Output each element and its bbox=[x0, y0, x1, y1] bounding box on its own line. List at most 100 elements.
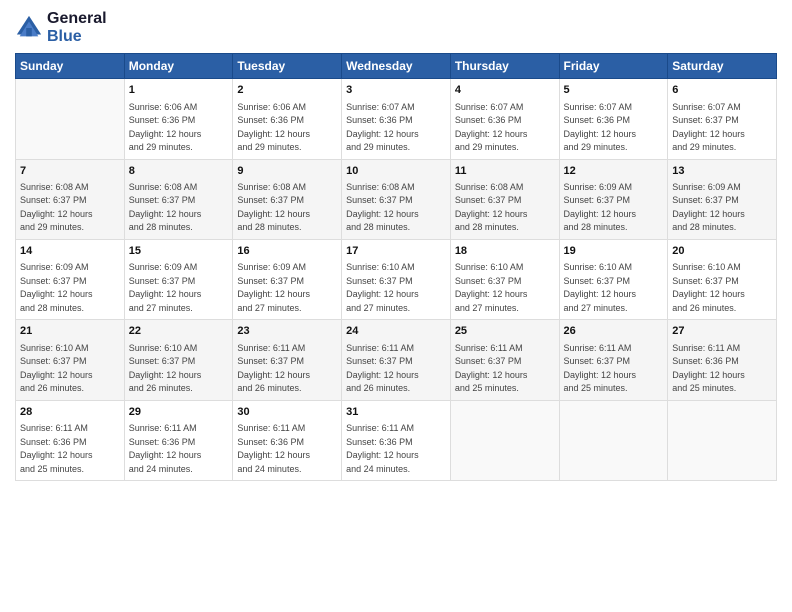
calendar-week-row: 28 Sunrise: 6:11 AM Sunset: 6:36 PM Dayli… bbox=[16, 400, 777, 480]
day-number: 12 bbox=[564, 164, 664, 179]
calendar-day-3: 3 Sunrise: 6:07 AM Sunset: 6:36 PM Daylig… bbox=[342, 79, 451, 159]
calendar-week-row: 7 Sunrise: 6:08 AM Sunset: 6:37 PM Daylig… bbox=[16, 159, 777, 239]
day-number: 18 bbox=[455, 244, 555, 259]
calendar-day-11: 11 Sunrise: 6:08 AM Sunset: 6:37 PM Dayli… bbox=[450, 159, 559, 239]
day-number: 23 bbox=[237, 324, 337, 339]
day-number: 14 bbox=[20, 244, 120, 259]
calendar-day-21: 21Sunrise: 6:10 AM Sunset: 6:37 PM Dayli… bbox=[16, 320, 125, 400]
day-number: 11 bbox=[455, 164, 555, 179]
day-info: Sunrise: 6:09 AM Sunset: 6:37 PM Dayligh… bbox=[564, 181, 664, 235]
weekday-header-row: SundayMondayTuesdayWednesdayThursdayFrid… bbox=[16, 54, 777, 79]
day-info: Sunrise: 6:11 AM Sunset: 6:37 PM Dayligh… bbox=[346, 342, 446, 396]
day-info: Sunrise: 6:08 AM Sunset: 6:37 PM Dayligh… bbox=[455, 181, 555, 235]
day-info: Sunrise: 6:11 AM Sunset: 6:36 PM Dayligh… bbox=[129, 422, 229, 476]
day-number: 22 bbox=[129, 324, 229, 339]
day-number: 3 bbox=[346, 83, 446, 98]
day-number: 1 bbox=[129, 83, 229, 98]
day-info: Sunrise: 6:10 AM Sunset: 6:37 PM Dayligh… bbox=[455, 261, 555, 315]
calendar-day-13: 13 Sunrise: 6:09 AM Sunset: 6:37 PM Dayli… bbox=[668, 159, 777, 239]
day-info: Sunrise: 6:06 AM Sunset: 6:36 PM Dayligh… bbox=[129, 101, 229, 155]
day-info: Sunrise: 6:08 AM Sunset: 6:37 PM Dayligh… bbox=[237, 181, 337, 235]
logo-text: General Blue bbox=[47, 10, 107, 45]
calendar-day-28: 28 Sunrise: 6:11 AM Sunset: 6:36 PM Dayli… bbox=[16, 400, 125, 480]
logo: General Blue bbox=[15, 10, 107, 45]
day-info: Sunrise: 6:11 AM Sunset: 6:36 PM Dayligh… bbox=[672, 342, 772, 396]
day-info: Sunrise: 6:09 AM Sunset: 6:37 PM Dayligh… bbox=[20, 261, 120, 315]
calendar-day-4: 4 Sunrise: 6:07 AM Sunset: 6:36 PM Daylig… bbox=[450, 79, 559, 159]
calendar-week-row: 14 Sunrise: 6:09 AM Sunset: 6:37 PM Dayli… bbox=[16, 239, 777, 319]
day-number: 19 bbox=[564, 244, 664, 259]
day-info: Sunrise: 6:07 AM Sunset: 6:36 PM Dayligh… bbox=[346, 101, 446, 155]
day-number: 7 bbox=[20, 164, 120, 179]
weekday-header-sunday: Sunday bbox=[16, 54, 125, 79]
day-info: Sunrise: 6:07 AM Sunset: 6:37 PM Dayligh… bbox=[672, 101, 772, 155]
day-number: 26 bbox=[564, 324, 664, 339]
calendar-day-2: 2Sunrise: 6:06 AM Sunset: 6:36 PM Daylig… bbox=[233, 79, 342, 159]
calendar-empty-cell bbox=[668, 400, 777, 480]
day-info: Sunrise: 6:09 AM Sunset: 6:37 PM Dayligh… bbox=[672, 181, 772, 235]
header: General Blue bbox=[15, 10, 777, 45]
calendar-week-row: 21Sunrise: 6:10 AM Sunset: 6:37 PM Dayli… bbox=[16, 320, 777, 400]
day-number: 13 bbox=[672, 164, 772, 179]
day-number: 16 bbox=[237, 244, 337, 259]
calendar-day-24: 24 Sunrise: 6:11 AM Sunset: 6:37 PM Dayli… bbox=[342, 320, 451, 400]
calendar-day-10: 10Sunrise: 6:08 AM Sunset: 6:37 PM Dayli… bbox=[342, 159, 451, 239]
day-number: 17 bbox=[346, 244, 446, 259]
calendar-day-20: 20 Sunrise: 6:10 AM Sunset: 6:37 PM Dayli… bbox=[668, 239, 777, 319]
day-number: 20 bbox=[672, 244, 772, 259]
calendar-day-22: 22 Sunrise: 6:10 AM Sunset: 6:37 PM Dayli… bbox=[124, 320, 233, 400]
day-number: 25 bbox=[455, 324, 555, 339]
day-info: Sunrise: 6:07 AM Sunset: 6:36 PM Dayligh… bbox=[455, 101, 555, 155]
day-number: 2 bbox=[237, 83, 337, 98]
weekday-header-saturday: Saturday bbox=[668, 54, 777, 79]
day-number: 4 bbox=[455, 83, 555, 98]
calendar-day-15: 15Sunrise: 6:09 AM Sunset: 6:37 PM Dayli… bbox=[124, 239, 233, 319]
calendar-day-12: 12 Sunrise: 6:09 AM Sunset: 6:37 PM Dayli… bbox=[559, 159, 668, 239]
calendar-day-5: 5Sunrise: 6:07 AM Sunset: 6:36 PM Daylig… bbox=[559, 79, 668, 159]
day-info: Sunrise: 6:11 AM Sunset: 6:36 PM Dayligh… bbox=[237, 422, 337, 476]
calendar-day-27: 27 Sunrise: 6:11 AM Sunset: 6:36 PM Dayli… bbox=[668, 320, 777, 400]
weekday-header-thursday: Thursday bbox=[450, 54, 559, 79]
calendar-day-16: 16Sunrise: 6:09 AM Sunset: 6:37 PM Dayli… bbox=[233, 239, 342, 319]
logo-icon bbox=[15, 14, 43, 42]
day-info: Sunrise: 6:10 AM Sunset: 6:37 PM Dayligh… bbox=[20, 342, 120, 396]
calendar-day-31: 31Sunrise: 6:11 AM Sunset: 6:36 PM Dayli… bbox=[342, 400, 451, 480]
calendar-day-29: 29 Sunrise: 6:11 AM Sunset: 6:36 PM Dayli… bbox=[124, 400, 233, 480]
weekday-header-friday: Friday bbox=[559, 54, 668, 79]
weekday-header-wednesday: Wednesday bbox=[342, 54, 451, 79]
calendar-day-19: 19 Sunrise: 6:10 AM Sunset: 6:37 PM Dayli… bbox=[559, 239, 668, 319]
calendar-day-7: 7 Sunrise: 6:08 AM Sunset: 6:37 PM Daylig… bbox=[16, 159, 125, 239]
day-info: Sunrise: 6:08 AM Sunset: 6:37 PM Dayligh… bbox=[346, 181, 446, 235]
day-number: 27 bbox=[672, 324, 772, 339]
day-number: 8 bbox=[129, 164, 229, 179]
day-info: Sunrise: 6:10 AM Sunset: 6:37 PM Dayligh… bbox=[129, 342, 229, 396]
calendar-day-8: 8 Sunrise: 6:08 AM Sunset: 6:37 PM Daylig… bbox=[124, 159, 233, 239]
day-info: Sunrise: 6:11 AM Sunset: 6:37 PM Dayligh… bbox=[237, 342, 337, 396]
day-number: 15 bbox=[129, 244, 229, 259]
calendar-day-1: 1 Sunrise: 6:06 AM Sunset: 6:36 PM Daylig… bbox=[124, 79, 233, 159]
day-number: 24 bbox=[346, 324, 446, 339]
day-info: Sunrise: 6:11 AM Sunset: 6:37 PM Dayligh… bbox=[564, 342, 664, 396]
calendar-day-26: 26 Sunrise: 6:11 AM Sunset: 6:37 PM Dayli… bbox=[559, 320, 668, 400]
day-info: Sunrise: 6:07 AM Sunset: 6:36 PM Dayligh… bbox=[564, 101, 664, 155]
day-info: Sunrise: 6:10 AM Sunset: 6:37 PM Dayligh… bbox=[346, 261, 446, 315]
weekday-header-tuesday: Tuesday bbox=[233, 54, 342, 79]
calendar-day-14: 14 Sunrise: 6:09 AM Sunset: 6:37 PM Dayli… bbox=[16, 239, 125, 319]
weekday-header-monday: Monday bbox=[124, 54, 233, 79]
calendar-day-23: 23 Sunrise: 6:11 AM Sunset: 6:37 PM Dayli… bbox=[233, 320, 342, 400]
calendar-day-30: 30Sunrise: 6:11 AM Sunset: 6:36 PM Dayli… bbox=[233, 400, 342, 480]
calendar-day-6: 6Sunrise: 6:07 AM Sunset: 6:37 PM Daylig… bbox=[668, 79, 777, 159]
day-number: 29 bbox=[129, 405, 229, 420]
day-info: Sunrise: 6:08 AM Sunset: 6:37 PM Dayligh… bbox=[20, 181, 120, 235]
day-info: Sunrise: 6:10 AM Sunset: 6:37 PM Dayligh… bbox=[672, 261, 772, 315]
calendar-empty-cell bbox=[450, 400, 559, 480]
calendar-week-row: 1 Sunrise: 6:06 AM Sunset: 6:36 PM Daylig… bbox=[16, 79, 777, 159]
day-info: Sunrise: 6:11 AM Sunset: 6:36 PM Dayligh… bbox=[346, 422, 446, 476]
day-info: Sunrise: 6:10 AM Sunset: 6:37 PM Dayligh… bbox=[564, 261, 664, 315]
day-number: 28 bbox=[20, 405, 120, 420]
calendar-day-9: 9Sunrise: 6:08 AM Sunset: 6:37 PM Daylig… bbox=[233, 159, 342, 239]
day-info: Sunrise: 6:11 AM Sunset: 6:36 PM Dayligh… bbox=[20, 422, 120, 476]
calendar-page: General Blue SundayMondayTuesdayWednesda… bbox=[0, 0, 792, 612]
day-info: Sunrise: 6:11 AM Sunset: 6:37 PM Dayligh… bbox=[455, 342, 555, 396]
day-info: Sunrise: 6:08 AM Sunset: 6:37 PM Dayligh… bbox=[129, 181, 229, 235]
